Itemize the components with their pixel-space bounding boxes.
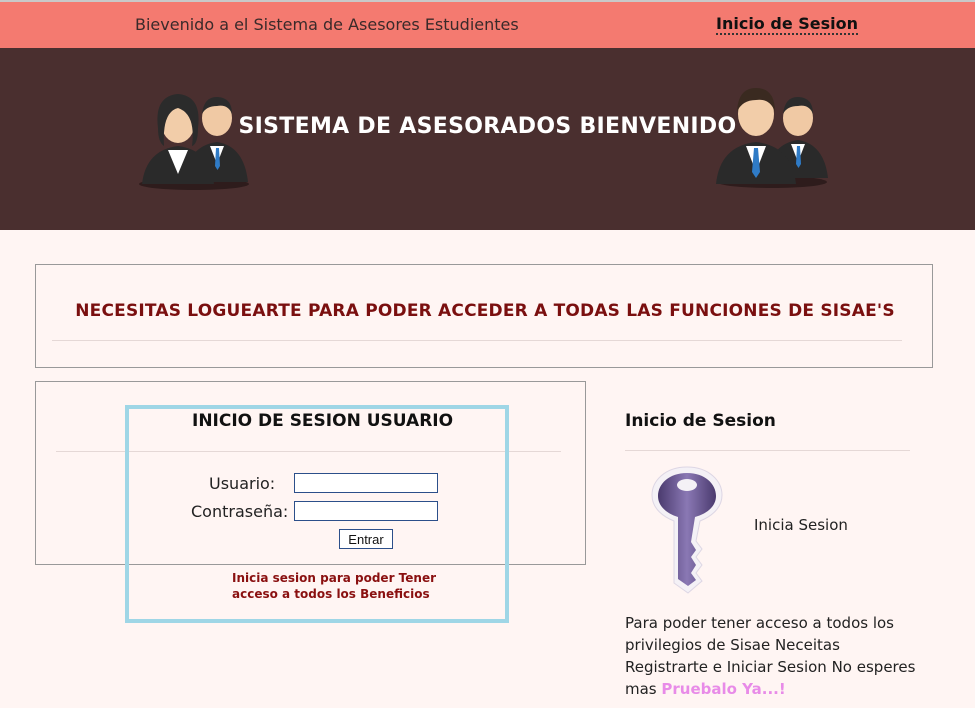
- login-required-notice: NECESITAS LOGUEARTE PARA PODER ACCEDER A…: [35, 264, 933, 368]
- password-label: Contraseña:: [191, 502, 289, 521]
- side-panel-title: Inicio de Sesion: [625, 411, 776, 431]
- username-label: Usuario:: [209, 474, 276, 493]
- login-hint-line: acceso a todos los Beneficios: [232, 587, 430, 601]
- people-icon: [139, 94, 249, 190]
- description-line: privilegios de Sisae Neceitas: [625, 636, 840, 654]
- divider: [625, 450, 910, 451]
- description-line: Para poder tener acceso a todos los: [625, 614, 894, 632]
- login-hint-line: Inicia sesion para poder Tener: [232, 571, 436, 585]
- people-icon: [716, 88, 828, 188]
- login-hint: Inicia sesion para poder Tener acceso a …: [232, 570, 452, 602]
- submit-button[interactable]: Entrar: [339, 529, 393, 549]
- password-input[interactable]: [294, 501, 438, 521]
- login-link[interactable]: Inicio de Sesion: [716, 15, 858, 35]
- side-description: Para poder tener acceso a todos los priv…: [625, 612, 925, 700]
- divider: [52, 340, 902, 341]
- top-nav-bar: Bievenido a el Sistema de Asesores Estud…: [0, 0, 975, 48]
- hero-banner: SISTEMA DE ASESORADOS BIENVENIDO: [0, 48, 975, 230]
- try-it-link[interactable]: Pruebalo Ya...!: [661, 680, 785, 698]
- notice-message: NECESITAS LOGUEARTE PARA PODER ACCEDER A…: [75, 301, 895, 321]
- username-input[interactable]: [294, 473, 438, 493]
- description-prefix: mas: [625, 680, 657, 698]
- login-form-title: INICIO DE SESION USUARIO: [192, 411, 454, 431]
- key-label: Inicia Sesion: [754, 516, 848, 534]
- key-icon: [651, 466, 723, 594]
- description-line: mas Pruebalo Ya...!: [625, 678, 925, 700]
- welcome-text: Bievenido a el Sistema de Asesores Estud…: [135, 15, 519, 34]
- description-line: Registrarte e Iniciar Sesion No esperes: [625, 658, 916, 676]
